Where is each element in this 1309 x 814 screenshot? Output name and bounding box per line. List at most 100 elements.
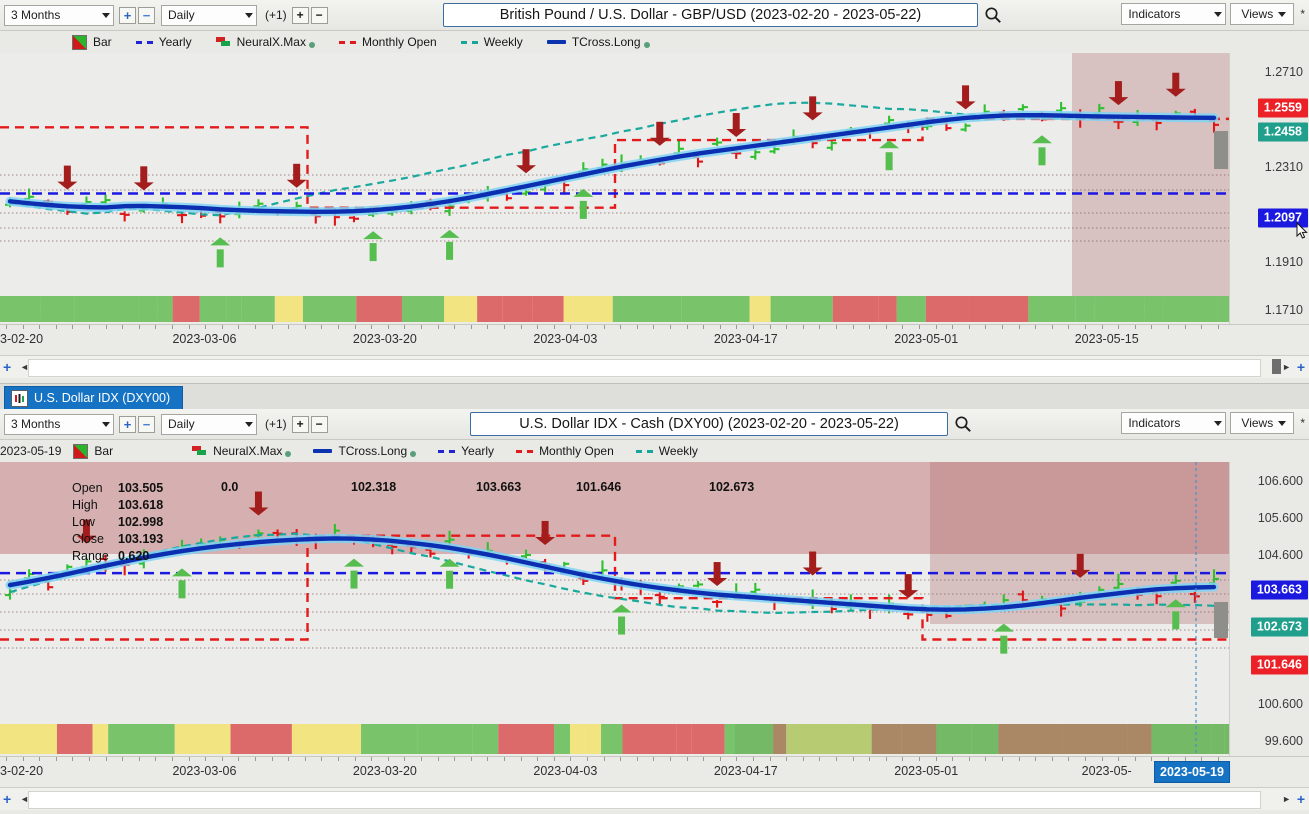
- settings-dot-icon[interactable]: [410, 451, 417, 457]
- top-toolbar: 3 Months + − Daily (+1) + − British Poun…: [0, 0, 1309, 31]
- scroll-zoom-in-left-button-top[interactable]: +: [3, 359, 11, 375]
- interval-plus-button-top[interactable]: +: [291, 6, 309, 24]
- scroll-track-top[interactable]: [28, 359, 1261, 377]
- legend-item-monthly-open-bottom[interactable]: Monthly Open: [516, 444, 614, 458]
- date-tick: 2023-04-17: [713, 764, 778, 778]
- axis-tickmark: [836, 325, 837, 329]
- settings-dot-icon[interactable]: [308, 42, 315, 48]
- range-minus-button-top[interactable]: −: [138, 6, 155, 24]
- bottom-toolbar: 3 Months + − Daily (+1) + − U.S. Dollar …: [0, 409, 1309, 440]
- scroll-zoom-in-left-button-bottom[interactable]: +: [3, 791, 11, 807]
- legend-item-tcross-long-top[interactable]: TCross.Long: [546, 35, 650, 49]
- axis-tickmark: [504, 757, 505, 761]
- legend-item-yearly-bottom[interactable]: Yearly: [438, 444, 494, 458]
- date-cursor-badge: 2023-05-19: [1154, 761, 1230, 783]
- indicators-select-bottom[interactable]: Indicators: [1121, 412, 1227, 434]
- price-pill[interactable]: 103.663: [1250, 580, 1308, 600]
- chevron-down-icon: [1214, 420, 1223, 426]
- interval-plus-button-bottom[interactable]: +: [291, 415, 309, 433]
- views-select-top[interactable]: Views: [1230, 3, 1295, 25]
- neuralx-icon: [192, 446, 207, 456]
- price-pill[interactable]: 1.2559: [1257, 98, 1308, 118]
- scroll-right-arrow-top[interactable]: ►: [1282, 362, 1291, 372]
- interval-select-top-label: Daily: [168, 8, 195, 22]
- axis-tickmark: [703, 325, 705, 329]
- axis-tickmark: [1101, 757, 1103, 761]
- ohlc-range-label: Range: [72, 549, 109, 563]
- scroll-thumb-top[interactable]: [1272, 359, 1281, 374]
- pin-star-icon-top[interactable]: *: [1300, 7, 1305, 21]
- settings-dot-icon[interactable]: [285, 451, 292, 457]
- search-icon[interactable]: [954, 415, 972, 433]
- chevron-down-icon: [102, 12, 110, 18]
- interval-minus-button-top[interactable]: −: [310, 6, 328, 24]
- top-horizontal-scrollbar[interactable]: + ◄ ► +: [0, 355, 1309, 378]
- symbol-title-top[interactable]: British Pound / U.S. Dollar - GBP/USD (2…: [443, 3, 978, 27]
- tab-dxy00[interactable]: U.S. Dollar IDX (DXY00): [4, 386, 184, 409]
- settings-dot-icon[interactable]: [643, 42, 650, 48]
- bottom-horizontal-scrollbar[interactable]: + ◄ ► +: [0, 787, 1309, 810]
- date-tick: 2023-05-01: [894, 332, 959, 346]
- ohlc-open-label: Open: [72, 481, 103, 495]
- chart-tabbar: U.S. Dollar IDX (DXY00): [0, 383, 1309, 409]
- legend-item-weekly-top[interactable]: Weekly: [460, 35, 523, 49]
- legend-item-tcross-long-bottom[interactable]: TCross.Long: [313, 444, 417, 458]
- bottom-plot-area[interactable]: Open 103.505 High 103.618 Low 102.998 Cl…: [0, 462, 1309, 756]
- views-select-top-label: Views: [1241, 7, 1274, 21]
- legend-item-bar-bottom[interactable]: Bar: [73, 443, 113, 459]
- axis-tickmark: [587, 757, 588, 761]
- top-price-axis[interactable]: 1.2710 1.2310 1.1910 1.1710 1.2559 1.2458 1.20…: [1229, 53, 1309, 324]
- pin-star-icon-bottom[interactable]: *: [1300, 416, 1305, 430]
- axis-tickmark: [105, 757, 107, 761]
- date-tick: 2023-03-20: [352, 332, 417, 346]
- scroll-track-bottom[interactable]: [28, 791, 1261, 809]
- ohlc-range-row: Range 0.620: [72, 548, 163, 565]
- ohlc-open-value: 103.505: [118, 481, 164, 495]
- legend-item-neuralx-max-top[interactable]: NeuralX.Max: [215, 35, 315, 49]
- range-plus-button-top[interactable]: +: [119, 6, 136, 24]
- interval-minus-button-bottom[interactable]: −: [310, 415, 328, 433]
- scroll-right-arrow-bottom[interactable]: ►: [1282, 794, 1291, 804]
- views-select-bottom[interactable]: Views: [1230, 412, 1295, 434]
- date-tick: 2023-04-03: [533, 764, 598, 778]
- interval-select-top[interactable]: Daily: [161, 4, 257, 26]
- symbol-title-bottom[interactable]: U.S. Dollar IDX - Cash (DXY00) (2023-02-…: [470, 412, 948, 436]
- legend-item-monthly-open-top[interactable]: Monthly Open: [338, 35, 437, 49]
- ohlc-close-value: 103.193: [118, 532, 164, 546]
- axis-tickmark: [869, 757, 871, 761]
- search-icon[interactable]: [984, 6, 1002, 24]
- top-chart-canvas[interactable]: [0, 53, 1309, 324]
- dashed-line-icon: [438, 449, 456, 453]
- axis-tickmark: [1217, 325, 1219, 329]
- scroll-zoom-in-right-button-top[interactable]: +: [1297, 359, 1305, 375]
- range-select-bottom[interactable]: 3 Months: [4, 413, 114, 435]
- ohlc-low-value: 102.998: [118, 515, 164, 529]
- axis-tickmark: [89, 325, 90, 329]
- bottom-chart-canvas[interactable]: [0, 462, 1309, 756]
- axis-tickmark: [1201, 325, 1203, 329]
- legend-item-bar-top[interactable]: Bar: [72, 34, 112, 50]
- top-plot-area[interactable]: 1.2710 1.2310 1.1910 1.1710 1.2559 1.2458 1.20…: [0, 53, 1309, 324]
- price-pill[interactable]: 1.2458: [1257, 122, 1308, 142]
- price-tick: 1.1910: [1264, 255, 1303, 270]
- views-select-bottom-label: Views: [1241, 416, 1274, 430]
- monthly-open-value: 101.646: [576, 480, 622, 494]
- indicators-select-top[interactable]: Indicators: [1121, 3, 1227, 25]
- range-select-top[interactable]: 3 Months: [4, 4, 114, 26]
- legend-item-weekly-bottom[interactable]: Weekly: [635, 444, 698, 458]
- interval-select-bottom[interactable]: Daily: [161, 413, 257, 435]
- axis-tickmark: [338, 757, 339, 761]
- legend-item-neuralx-max-bottom[interactable]: NeuralX.Max: [192, 444, 292, 458]
- axis-tickmark: [371, 325, 373, 329]
- range-plus-button-bottom[interactable]: +: [119, 415, 136, 433]
- bottom-price-axis[interactable]: 106.600 105.600 104.600 100.600 99.600 103.66…: [1229, 462, 1309, 756]
- axis-tickmark: [1035, 757, 1037, 761]
- scroll-zoom-in-right-button-bottom[interactable]: +: [1297, 791, 1305, 807]
- axis-tickmark: [188, 325, 190, 329]
- price-pill[interactable]: 102.673: [1250, 617, 1308, 637]
- legend-item-yearly-top[interactable]: Yearly: [135, 35, 192, 49]
- axis-tickmark: [885, 325, 887, 329]
- axis-tickmark: [686, 757, 688, 761]
- price-pill[interactable]: 101.646: [1250, 655, 1308, 675]
- range-minus-button-bottom[interactable]: −: [138, 415, 155, 433]
